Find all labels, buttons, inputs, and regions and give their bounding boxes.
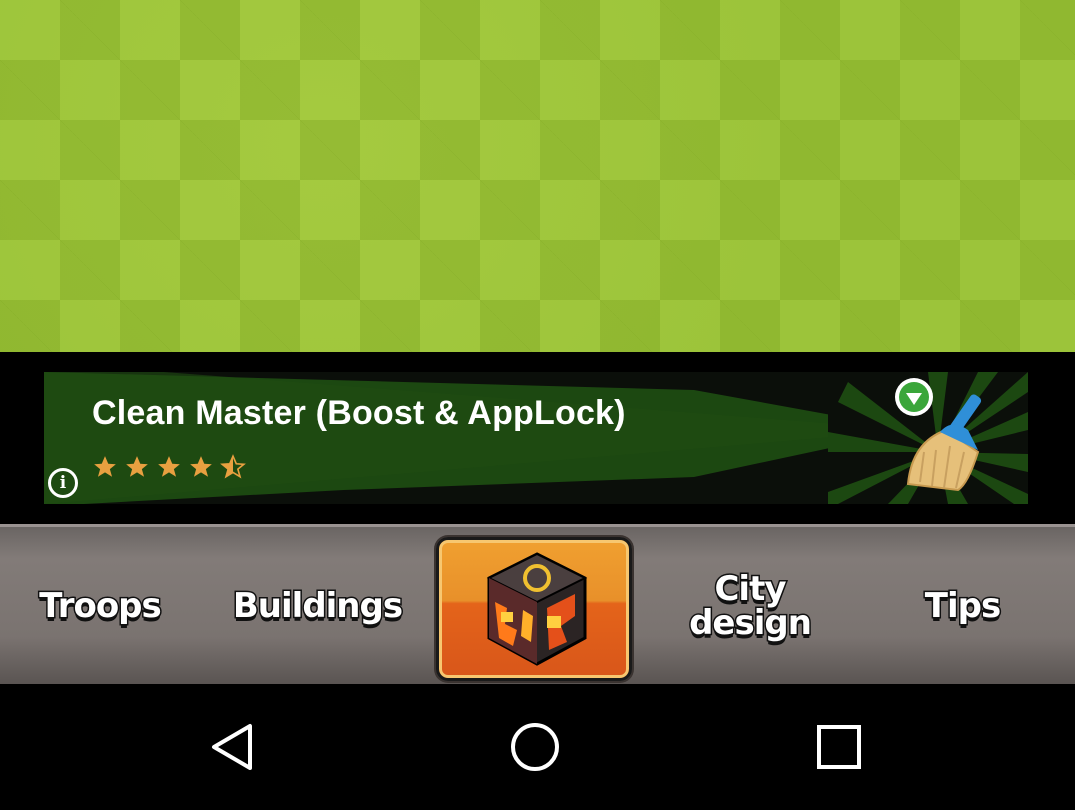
ad-banner[interactable]: Clean Master (Boost & AppLock) i: [44, 372, 1028, 504]
clean-master-broom-icon: [828, 372, 1028, 504]
tab-home[interactable]: [436, 537, 632, 681]
star-icon: [190, 456, 212, 477]
ad-info-icon[interactable]: i: [48, 468, 78, 498]
star-icon: [94, 456, 116, 477]
tab-city-design[interactable]: City design: [640, 527, 860, 684]
ad-title[interactable]: Clean Master (Boost & AppLock): [92, 394, 626, 433]
tab-tips[interactable]: Tips: [880, 527, 1045, 684]
town-hall-icon: [486, 552, 588, 666]
tab-buildings[interactable]: Buildings: [210, 527, 425, 684]
back-triangle-icon[interactable]: [206, 720, 260, 774]
recents-square-icon[interactable]: [812, 720, 866, 774]
game-background: [0, 0, 1075, 352]
ad-banner-container: Clean Master (Boost & AppLock) i: [0, 352, 1075, 524]
home-circle-icon[interactable]: [508, 720, 562, 774]
ad-rating-stars: [92, 454, 246, 480]
bottom-tab-bar: Troops Buildings City design Tips: [0, 524, 1075, 684]
star-icon: [158, 456, 180, 477]
android-navigation-bar: [0, 684, 1075, 810]
star-icon: [126, 456, 148, 477]
half-star-icon: [220, 454, 246, 479]
tab-troops[interactable]: Troops: [0, 527, 200, 684]
